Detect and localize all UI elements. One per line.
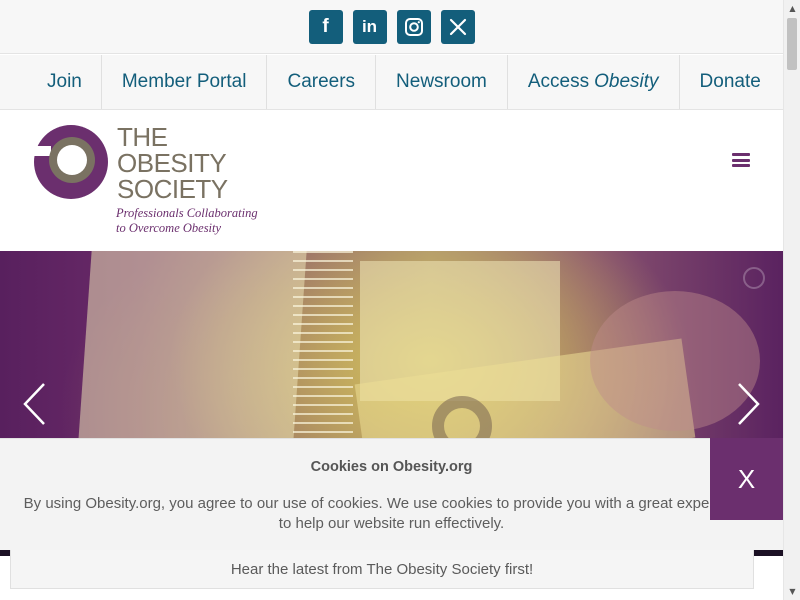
- cookie-message: By using Obesity.org, you agree to our u…: [20, 494, 783, 534]
- logo-line-1: THE: [117, 122, 168, 152]
- social-bar: f in: [0, 0, 783, 54]
- nav-access-italic: Obesity: [594, 71, 659, 92]
- cookie-title: Cookies on Obesity.org: [310, 459, 473, 475]
- instagram-glyph: [404, 17, 423, 36]
- x-icon[interactable]: [440, 9, 475, 44]
- cookie-banner: Cookies on Obesity.org By using Obesity.…: [0, 438, 783, 550]
- scroll-up-icon[interactable]: ▲: [784, 0, 800, 17]
- nav-careers[interactable]: Careers: [266, 55, 375, 109]
- page: f in Join Member Portal Careers Newsroom…: [0, 0, 800, 600]
- site-header: THE OBESITY SOCIETY Professionals Collab…: [0, 110, 783, 251]
- facebook-icon[interactable]: f: [308, 9, 343, 44]
- nav-access-obesity[interactable]: Access Obesity: [506, 55, 679, 109]
- logo-line-3: SOCIETY: [117, 174, 228, 204]
- page-scrollbar[interactable]: ▲ ▼: [783, 0, 800, 600]
- slide-image-notebook-left: [78, 251, 307, 441]
- cookie-close-button[interactable]: X: [710, 438, 783, 520]
- logo-tagline-2: to Overcome Obesity: [116, 221, 222, 235]
- nav-newsroom[interactable]: Newsroom: [375, 55, 507, 109]
- nav-donate[interactable]: Donate: [678, 55, 781, 109]
- logo-tagline: Professionals Collaborating to Overcome …: [116, 206, 258, 236]
- slide-image-spiral: [293, 251, 353, 441]
- scrollbar-thumb[interactable]: [787, 18, 797, 70]
- slide-indicator-icon[interactable]: [743, 267, 765, 289]
- newsletter-banner[interactable]: Hear the latest from The Obesity Society…: [10, 549, 754, 589]
- x-glyph: [449, 18, 466, 35]
- scroll-down-icon[interactable]: ▼: [784, 583, 800, 600]
- linkedin-glyph: in: [361, 16, 378, 36]
- site-logo[interactable]: THE OBESITY SOCIETY Professionals Collab…: [33, 124, 273, 239]
- nav-join[interactable]: Join: [27, 55, 101, 109]
- nav-member-portal[interactable]: Member Portal: [100, 55, 267, 109]
- chevron-right-icon[interactable]: [733, 381, 763, 427]
- logo-mark-icon: [33, 125, 108, 199]
- hamburger-menu-icon[interactable]: [732, 153, 750, 167]
- linkedin-icon[interactable]: in: [352, 9, 387, 44]
- chevron-left-icon[interactable]: [20, 381, 50, 427]
- cookie-message-line-2: to help our website run effectively.: [278, 515, 505, 532]
- facebook-glyph: f: [322, 15, 329, 37]
- main-nav: Join Member Portal Careers Newsroom Acce…: [0, 55, 783, 110]
- logo-tagline-1: Professionals Collaborating: [116, 206, 258, 220]
- logo-wordmark: THE OBESITY SOCIETY: [117, 124, 228, 202]
- cookie-message-line-1: By using Obesity.org, you agree to our u…: [23, 495, 780, 512]
- nav-access-prefix: Access: [527, 71, 590, 92]
- logo-line-2: OBESITY: [117, 148, 227, 178]
- instagram-icon[interactable]: [396, 9, 431, 44]
